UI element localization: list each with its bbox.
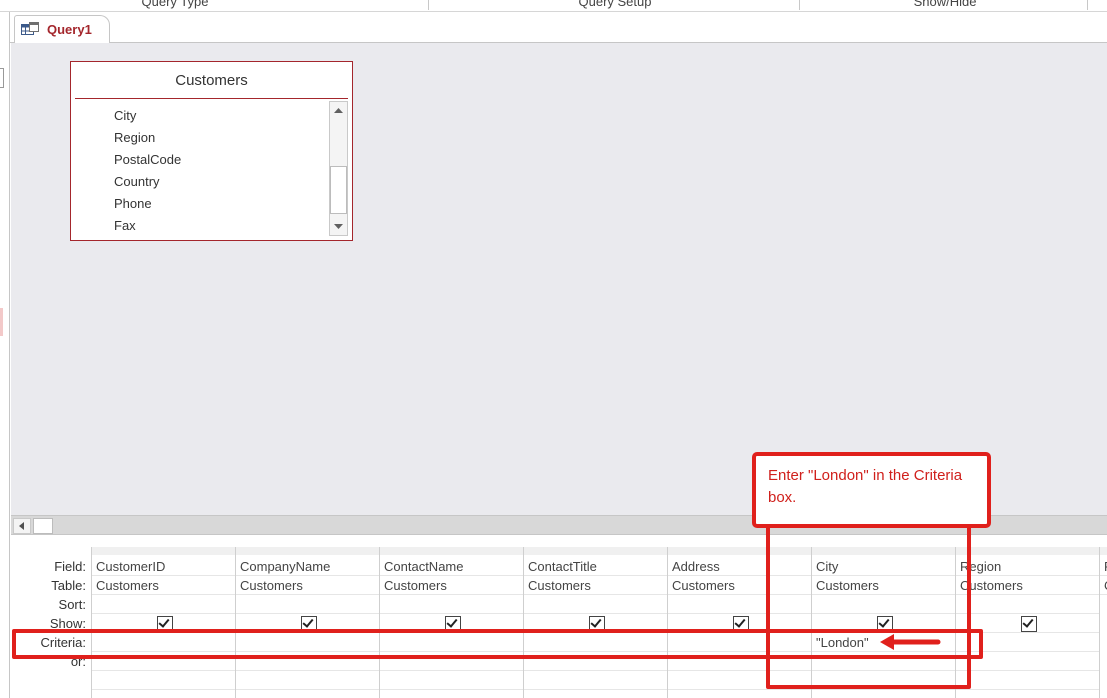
checkmark-icon [734, 616, 746, 628]
customers-field-list[interactable]: Customers City Region PostalCode Country… [70, 61, 353, 241]
grid-column-companyname: CompanyName Customers [235, 547, 379, 698]
ribbon-group-labels: Query Type Query Setup Show/Hide [0, 0, 1107, 12]
field-list-item-country[interactable]: Country [71, 171, 329, 193]
grid-column-partial: P C [1099, 547, 1107, 698]
document-tab-bar: Query1 [10, 12, 1107, 44]
sort-cell[interactable] [380, 596, 523, 614]
ribbon-group-query-type: Query Type [141, 0, 209, 9]
grid-column-contactname: ContactName Customers [379, 547, 523, 698]
ribbon-group-show-hide: Show/Hide [913, 0, 977, 9]
show-checkbox[interactable] [1021, 616, 1037, 632]
query-design-icon [21, 21, 39, 38]
annotation-callout: Enter "London" in the Criteria box. [752, 452, 991, 528]
sort-cell[interactable] [92, 596, 235, 614]
checkmark-icon [302, 616, 314, 628]
tab-label: Query1 [47, 22, 92, 37]
checkmark-icon [158, 616, 170, 628]
field-list-divider [75, 98, 348, 99]
grid-column-region: Region Customers [955, 547, 1099, 698]
or-cell-2[interactable] [236, 672, 379, 690]
checkmark-icon [590, 616, 602, 628]
checkmark-icon [1022, 616, 1034, 628]
annotation-city-column-highlight [766, 523, 971, 689]
nav-pane-toggle-icon[interactable] [0, 68, 4, 88]
table-cell[interactable]: Customers [92, 577, 235, 595]
table-cell[interactable]: Customers [524, 577, 667, 595]
field-list-items: City Region PostalCode Country Phone Fax [71, 105, 329, 237]
row-label-table: Table: [51, 578, 86, 593]
field-list-scroll-thumb[interactable] [330, 166, 347, 214]
query-design-pane[interactable]: Customers City Region PostalCode Country… [11, 43, 1107, 515]
field-list-item-fax[interactable]: Fax [71, 215, 329, 237]
scroll-left-icon[interactable] [13, 518, 31, 534]
scroll-down-icon[interactable] [330, 218, 347, 235]
grid-column-customerid: CustomerID Customers [91, 547, 235, 698]
ribbon-separator [1087, 0, 1088, 10]
checkmark-icon [446, 616, 458, 628]
sort-cell[interactable] [236, 596, 379, 614]
field-cell[interactable]: ContactName [380, 558, 523, 576]
field-list-item-phone[interactable]: Phone [71, 193, 329, 215]
grid-column-contacttitle: ContactTitle Customers [523, 547, 667, 698]
field-cell[interactable]: Region [956, 558, 1099, 576]
field-list-scrollbar[interactable] [329, 101, 348, 236]
navigation-pane-edge[interactable] [0, 12, 10, 698]
field-list-item-city[interactable]: City [71, 105, 329, 127]
field-list-title[interactable]: Customers [71, 62, 352, 99]
ribbon-separator [799, 0, 800, 10]
sort-cell[interactable] [956, 596, 1099, 614]
table-cell[interactable]: Customers [380, 577, 523, 595]
tab-query1[interactable]: Query1 [14, 15, 110, 44]
nav-pane-marker [0, 308, 3, 336]
table-cell[interactable]: C [1100, 577, 1107, 595]
annotation-criteria-row-highlight [12, 629, 983, 659]
field-cell[interactable]: ContactTitle [524, 558, 667, 576]
ribbon-separator [428, 0, 429, 10]
field-cell[interactable]: P [1100, 558, 1107, 576]
or-cell-2[interactable] [524, 672, 667, 690]
or-cell-2[interactable] [956, 672, 1099, 690]
or-cell-2[interactable] [380, 672, 523, 690]
row-label-sort: Sort: [58, 597, 86, 612]
field-list-item-postalcode[interactable]: PostalCode [71, 149, 329, 171]
or-cell-2[interactable] [92, 672, 235, 690]
horizontal-scroll-thumb[interactable] [33, 518, 53, 534]
field-cell[interactable]: CustomerID [92, 558, 235, 576]
sort-cell[interactable] [524, 596, 667, 614]
row-label-field: Field: [54, 559, 86, 574]
scroll-up-icon[interactable] [330, 102, 347, 119]
table-cell[interactable]: Customers [236, 577, 379, 595]
field-list-item-region[interactable]: Region [71, 127, 329, 149]
field-cell[interactable]: CompanyName [236, 558, 379, 576]
ribbon-group-query-setup: Query Setup [578, 0, 652, 9]
annotation-arrow-icon [880, 634, 941, 650]
table-cell[interactable]: Customers [956, 577, 1099, 595]
